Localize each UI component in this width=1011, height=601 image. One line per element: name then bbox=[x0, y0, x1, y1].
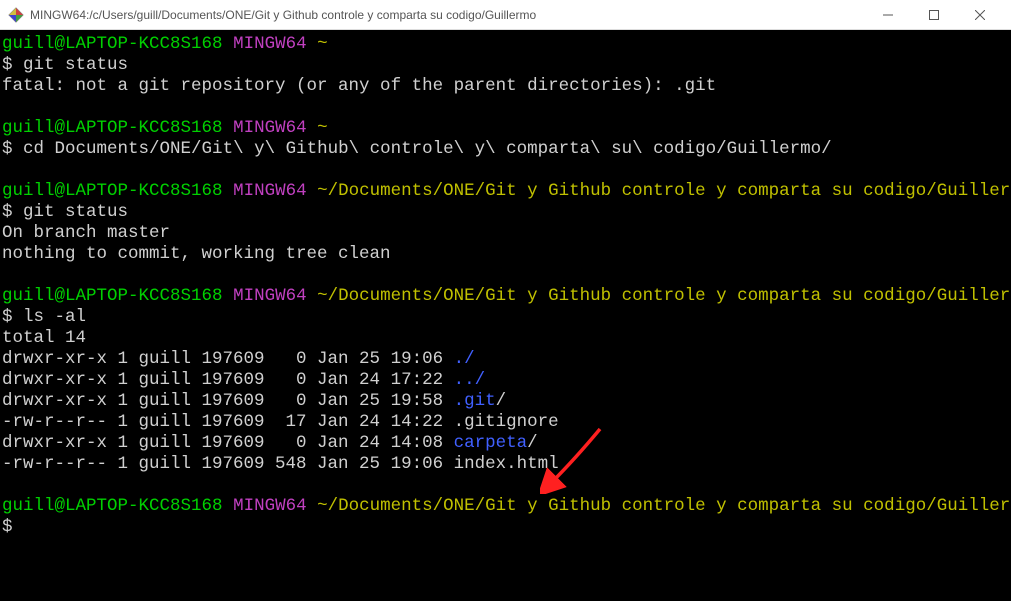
ls-row: drwxr-xr-x 1 guill 197609 0 Jan 24 17:22 bbox=[2, 370, 454, 390]
ls-row: drwxr-xr-x 1 guill 197609 0 Jan 25 19:58 bbox=[2, 391, 454, 411]
cmd-git-status: git status bbox=[23, 55, 128, 75]
minimize-button[interactable] bbox=[865, 0, 911, 30]
prompt-path: ~ bbox=[317, 118, 328, 138]
prompt-sigil: $ bbox=[2, 139, 13, 159]
ls-dir: carpeta bbox=[454, 433, 528, 453]
ls-row: drwxr-xr-x 1 guill 197609 0 Jan 24 14:08 bbox=[2, 433, 454, 453]
maximize-button[interactable] bbox=[911, 0, 957, 30]
cmd-git-status: git status bbox=[23, 202, 128, 222]
ls-dir: .git bbox=[454, 391, 496, 411]
ls-dir: ../ bbox=[454, 370, 486, 390]
prompt-sys: MINGW64 bbox=[233, 118, 307, 138]
output-nothing: nothing to commit, working tree clean bbox=[2, 244, 391, 264]
close-button[interactable] bbox=[957, 0, 1003, 30]
window-controls bbox=[865, 0, 1003, 30]
prompt-path: ~/Documents/ONE/Git y Github controle y … bbox=[317, 181, 1011, 201]
prompt-user: guill@LAPTOP-KCC8S168 bbox=[2, 496, 223, 516]
ls-row: -rw-r--r-- 1 guill 197609 17 Jan 24 14:2… bbox=[2, 412, 559, 432]
ls-slash: / bbox=[527, 433, 538, 453]
ls-dir: ./ bbox=[454, 349, 475, 369]
prompt-sys: MINGW64 bbox=[233, 496, 307, 516]
prompt-user: guill@LAPTOP-KCC8S168 bbox=[2, 181, 223, 201]
prompt-sigil: $ bbox=[2, 202, 13, 222]
ls-total: total 14 bbox=[2, 328, 86, 348]
prompt-path: ~ bbox=[317, 34, 328, 54]
prompt-sigil: $ bbox=[2, 517, 13, 537]
prompt-sigil: $ bbox=[2, 55, 13, 75]
terminal[interactable]: guill@LAPTOP-KCC8S168 MINGW64 ~ $ git st… bbox=[0, 30, 1011, 601]
prompt-sys: MINGW64 bbox=[233, 181, 307, 201]
window-title: MINGW64:/c/Users/guill/Documents/ONE/Git… bbox=[30, 8, 865, 22]
titlebar: MINGW64:/c/Users/guill/Documents/ONE/Git… bbox=[0, 0, 1011, 30]
prompt-user: guill@LAPTOP-KCC8S168 bbox=[2, 118, 223, 138]
cmd-cd: cd Documents/ONE/Git\ y\ Github\ control… bbox=[23, 139, 832, 159]
prompt-user: guill@LAPTOP-KCC8S168 bbox=[2, 34, 223, 54]
ls-row: -rw-r--r-- 1 guill 197609 548 Jan 25 19:… bbox=[2, 454, 559, 474]
prompt-sys: MINGW64 bbox=[233, 34, 307, 54]
prompt-path: ~/Documents/ONE/Git y Github controle y … bbox=[317, 496, 1011, 516]
prompt-path: ~/Documents/ONE/Git y Github controle y … bbox=[317, 286, 1011, 306]
app-icon bbox=[8, 7, 24, 23]
cmd-ls: ls -al bbox=[23, 307, 86, 327]
output-fatal: fatal: not a git repository (or any of t… bbox=[2, 76, 716, 96]
app-window: MINGW64:/c/Users/guill/Documents/ONE/Git… bbox=[0, 0, 1011, 601]
ls-slash: / bbox=[496, 391, 507, 411]
prompt-user: guill@LAPTOP-KCC8S168 bbox=[2, 286, 223, 306]
prompt-sys: MINGW64 bbox=[233, 286, 307, 306]
prompt-sigil: $ bbox=[2, 307, 13, 327]
output-branch: On branch master bbox=[2, 223, 170, 243]
ls-row: drwxr-xr-x 1 guill 197609 0 Jan 25 19:06 bbox=[2, 349, 454, 369]
